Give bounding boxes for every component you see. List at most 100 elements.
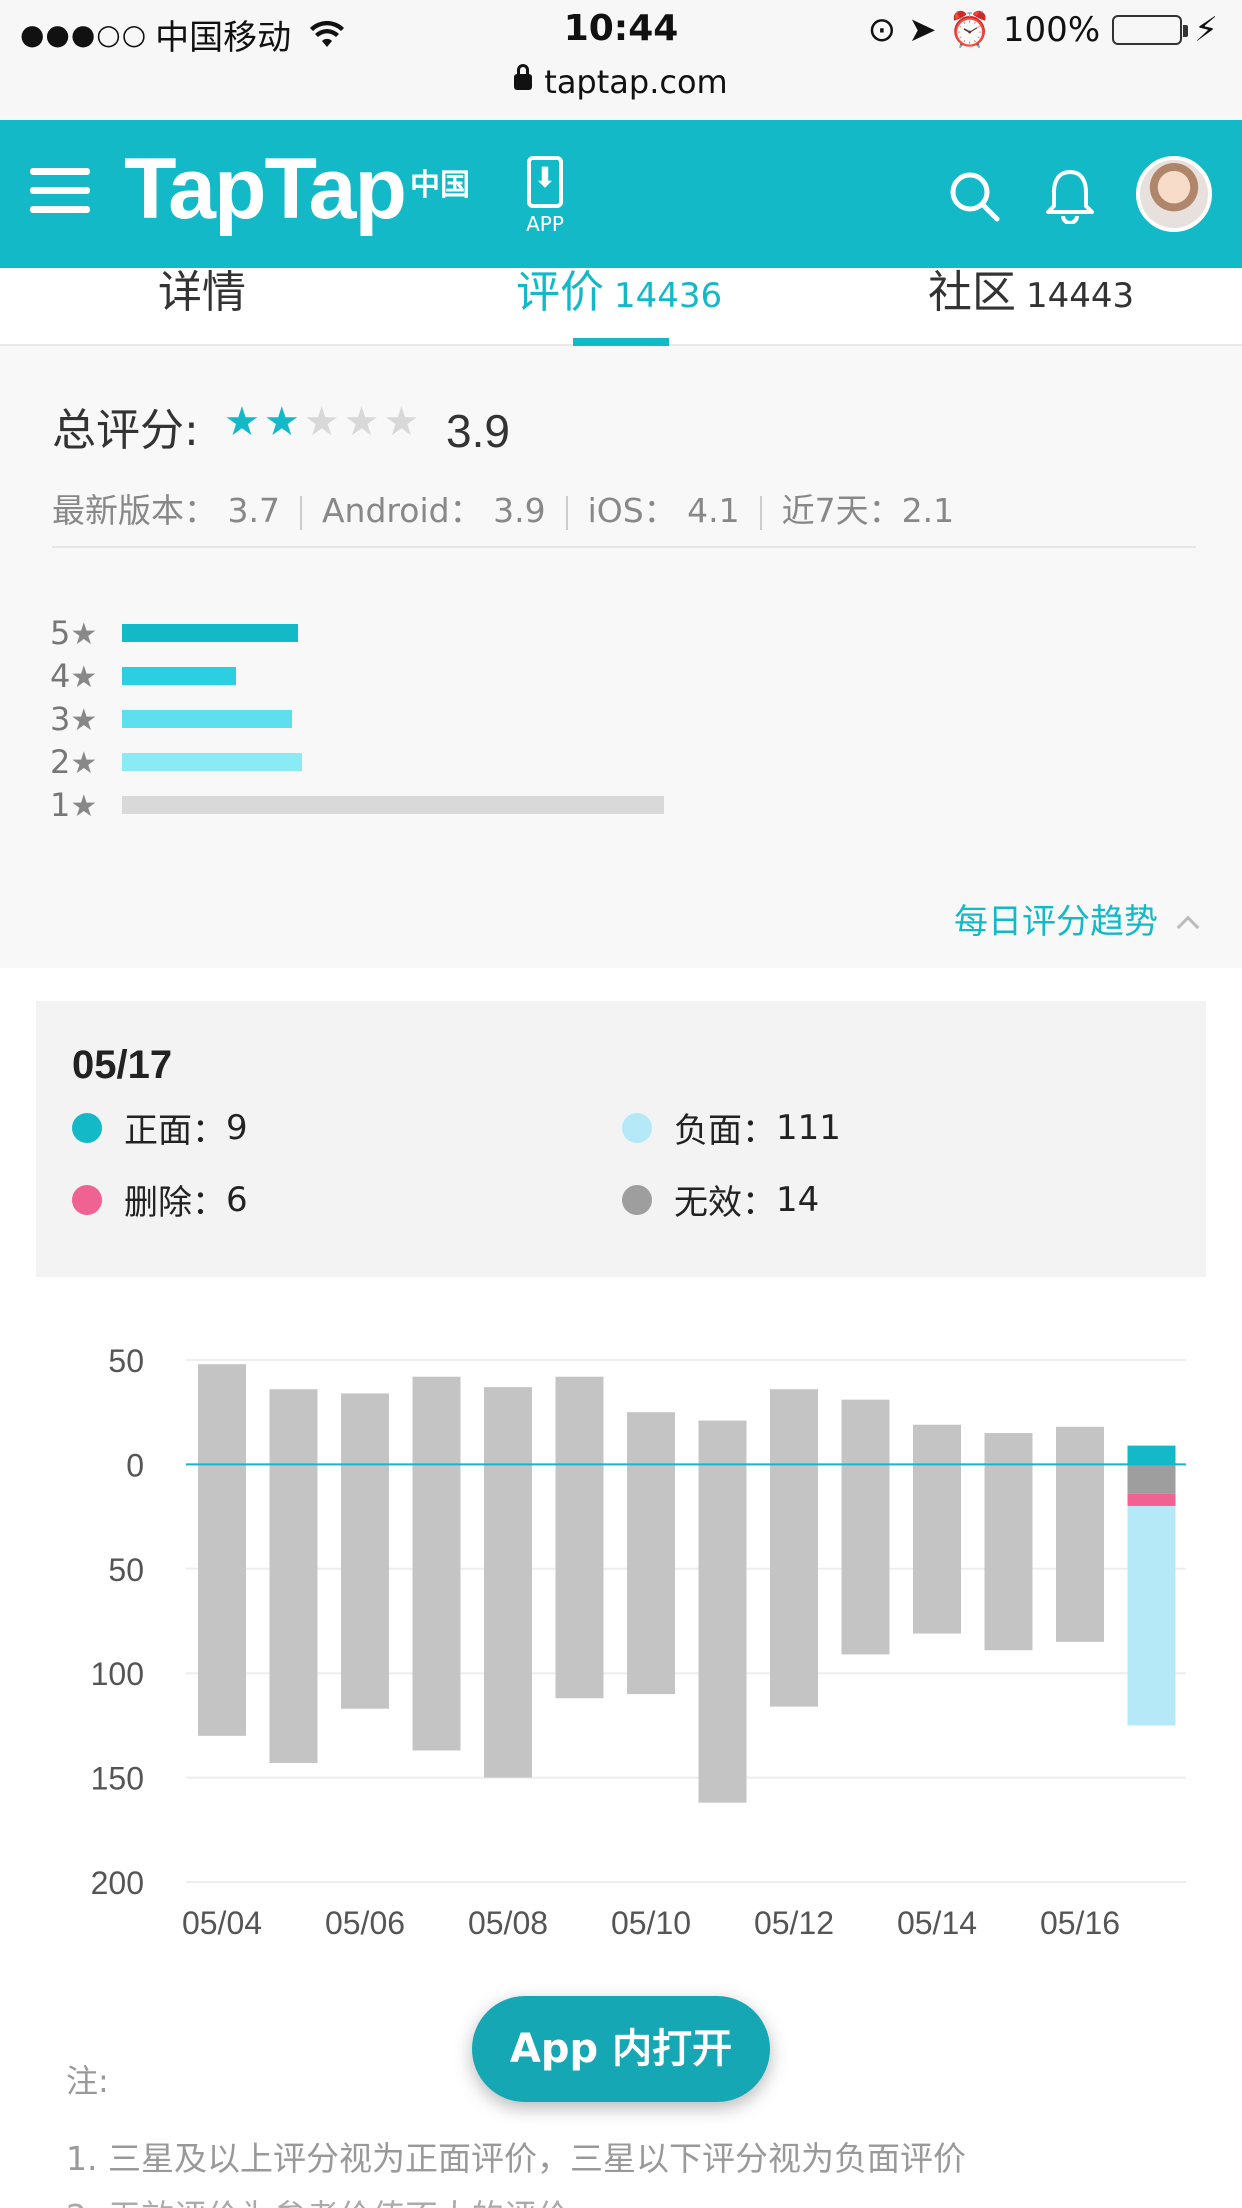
x-tick-label: 05/08 [468, 1905, 548, 1941]
star-icon: ★ [70, 660, 98, 695]
detail-date: 05/17 [72, 1043, 173, 1087]
legend-invalid: 无效： 14 [622, 1175, 819, 1224]
tab-label: 社区 [928, 267, 1016, 318]
day-detail-panel: 05/17 正面： 9 负面： 111 删除： 6 无效： 14 [36, 1001, 1206, 1277]
orientation-lock-icon: ⊙ [867, 10, 897, 50]
tab-details[interactable]: 详情 [158, 256, 246, 320]
y-tick-label: 50 [108, 1552, 144, 1588]
rating-bar-fill [122, 710, 292, 728]
bar-05/10 [627, 1412, 675, 1695]
rating-bar-fill [122, 667, 236, 685]
open-in-app-button[interactable]: App 内打开 [472, 1996, 770, 2102]
notes-title: 注: [66, 2062, 109, 2100]
bar-05/05 [269, 1389, 318, 1763]
total-score-label: 总评分: [52, 405, 199, 456]
tab-count: 14443 [1026, 276, 1135, 316]
bar-05/04 [198, 1364, 246, 1736]
app-header: TapTap 中国 APP [0, 120, 1242, 268]
y-tick-label: 0 [126, 1447, 144, 1483]
x-tick-label: 05/06 [325, 1905, 405, 1941]
note-line-2: 2. 无效评价为参考价值不大的评价 [66, 2190, 570, 2208]
bar-segment-正面 [1127, 1445, 1176, 1465]
search-icon[interactable] [948, 170, 1000, 222]
rating-bar-4-star: 4★ [50, 657, 1200, 697]
daily-trend-label: 每日评分趋势 [954, 902, 1158, 942]
bar-05/13 [841, 1399, 890, 1655]
rating-bar-1-star: 1★ [50, 786, 1200, 826]
menu-icon[interactable] [30, 168, 90, 218]
bar-05/14 [913, 1424, 961, 1634]
bar-05/07 [412, 1376, 461, 1751]
y-tick-label: 200 [91, 1865, 144, 1901]
rating-bar-label: 2★ [50, 743, 98, 781]
tab-label: 评价 [516, 267, 604, 318]
status-right: ⊙ ➤ ⏰ 100% ⚡ [868, 10, 1218, 50]
legend-dot [622, 1112, 652, 1143]
divider [52, 546, 1196, 548]
rating-stars: ★ ★ ★ ★ ★ [224, 402, 419, 442]
legend-dot [622, 1184, 652, 1215]
x-tick-label: 05/12 [754, 1905, 834, 1941]
app-download-label: APP [526, 212, 564, 236]
rating-bar-label: 5★ [50, 614, 98, 652]
bar-segment-负面 [1127, 1506, 1176, 1726]
daily-rating-chart[interactable]: 50 0 50 100 150 200 05/04 05/06 05/08 05/10 05/12 0… [0, 1310, 1242, 1990]
bar-05/06 [341, 1393, 389, 1709]
bell-icon[interactable] [1044, 168, 1096, 224]
chevron-up-icon [1176, 915, 1200, 939]
x-tick-label: 05/14 [897, 1905, 977, 1941]
star-icon: ★ [70, 746, 98, 781]
legend-negative: 负面： 111 [622, 1103, 841, 1152]
url-bar[interactable]: taptap.com [0, 62, 1242, 120]
phone-download-icon [527, 156, 563, 208]
version-ios: iOS： 4.1 [587, 491, 740, 530]
tab-bar: 详情 评价 14436 社区 14443 [0, 267, 1242, 346]
rating-bar-label: 1★ [50, 786, 98, 824]
logo-region: 中国 [410, 168, 470, 203]
url-text: taptap.com [544, 63, 728, 101]
total-score: 3.9 [446, 405, 510, 457]
bar-05/16 [1056, 1426, 1104, 1642]
rating-bar-5-star: 5★ [50, 614, 1200, 654]
star-icon: ★ [263, 399, 300, 445]
location-icon: ➤ [908, 10, 937, 50]
taptap-logo[interactable]: TapTap [124, 140, 407, 239]
star-icon: ★ [70, 617, 98, 652]
bar-segment-无效 [1127, 1464, 1176, 1494]
alarm-icon: ⏰ [948, 10, 991, 50]
note-line-1: 1. 三星及以上评分视为正面评价，三星以下评分视为负面评价 [66, 2139, 966, 2178]
legend-dot [72, 1184, 102, 1215]
star-icon: ★ [303, 399, 340, 445]
lock-icon [514, 64, 533, 90]
version-android: Android： 3.9 [321, 491, 546, 530]
tab-reviews[interactable]: 评价 14436 [516, 256, 722, 320]
bar-segment-删除 [1127, 1493, 1176, 1507]
star-icon: ★ [70, 703, 98, 738]
daily-trend-toggle[interactable]: 每日评分趋势 [954, 894, 1200, 943]
version-scores: 最新版本： 3.7 Android： 3.9 iOS： 4.1 近7天：2.1 [52, 484, 954, 532]
battery-icon [1112, 15, 1189, 45]
charging-icon: ⚡ [1194, 10, 1218, 50]
rating-bar-3-star: 3★ [50, 700, 1200, 740]
tab-label: 详情 [158, 267, 246, 318]
app-download-button[interactable]: APP [520, 156, 570, 236]
star-icon: ★ [343, 399, 380, 445]
rating-bar-2-star: 2★ [50, 743, 1200, 783]
y-tick-label: 50 [108, 1343, 144, 1379]
user-avatar[interactable] [1136, 156, 1212, 232]
star-icon: ★ [224, 399, 260, 445]
x-tick-label: 05/04 [182, 1905, 262, 1941]
tab-count: 14436 [614, 276, 723, 316]
bar-05/15 [984, 1433, 1033, 1651]
star-icon: ★ [70, 789, 98, 824]
tab-community[interactable]: 社区 14443 [928, 256, 1134, 320]
y-tick-label: 150 [91, 1761, 144, 1797]
rating-bar-label: 3★ [50, 700, 98, 738]
star-icon: ★ [383, 399, 420, 445]
legend-deleted: 删除： 6 [72, 1175, 248, 1224]
battery-percent: 100% [1002, 10, 1101, 50]
active-tab-indicator [573, 338, 669, 346]
status-bar: ●●●○○ 中国移动 10:44 ⊙ ➤ ⏰ 100% ⚡ [0, 0, 1242, 62]
bar-05/12 [770, 1389, 818, 1707]
bar-05/09 [555, 1376, 604, 1699]
